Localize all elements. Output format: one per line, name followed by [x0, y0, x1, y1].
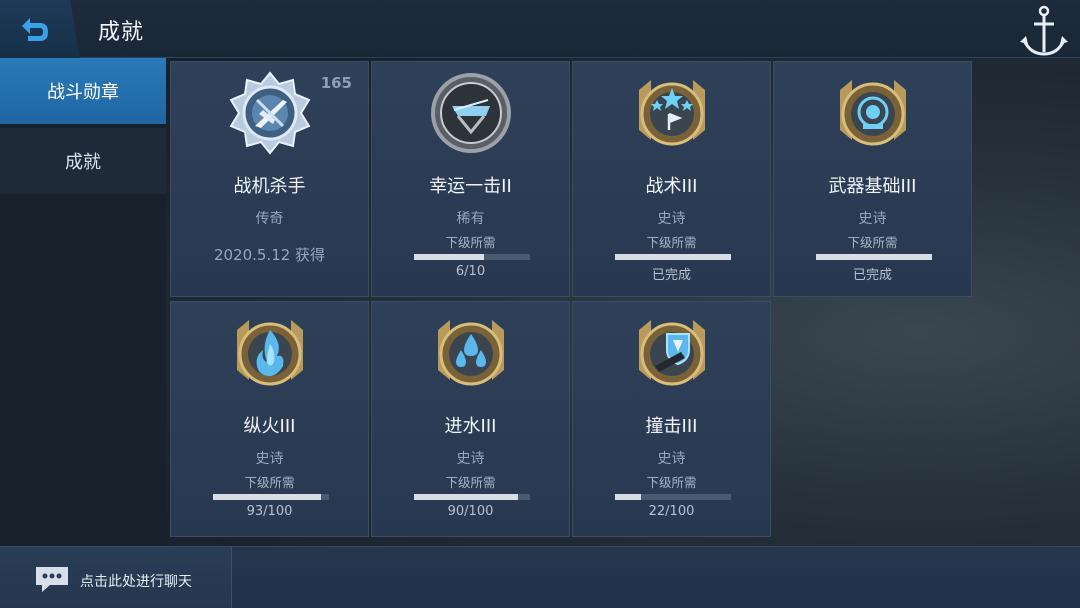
- sidebar: 战斗勋章 成就: [0, 58, 166, 546]
- chat-bubble-icon: [36, 567, 68, 592]
- progress-text: 90/100: [447, 504, 494, 519]
- top-bar: 成就: [0, 0, 1080, 58]
- progress-text: 已完成: [852, 268, 892, 283]
- flooding-badge-icon: [437, 320, 504, 386]
- next-level-requirement: 下级所需: [847, 235, 898, 250]
- lucky-strike-badge-icon: [430, 73, 511, 153]
- achievement-card[interactable]: 纵火III 史诗 下级所需 93/100: [170, 301, 369, 537]
- achievement-count: 165: [320, 74, 352, 92]
- next-level-requirement: 下级所需: [646, 475, 697, 490]
- achievement-card[interactable]: 撞击III 史诗 下级所需 22/100: [572, 301, 771, 537]
- next-level-requirement: 下级所需: [445, 475, 496, 490]
- achievement-name: 进水III: [444, 416, 497, 437]
- achievement-card[interactable]: 进水III 史诗 下级所需 90/100: [371, 301, 570, 537]
- tactics-badge-icon: [638, 80, 705, 146]
- progress-bar: [816, 254, 932, 260]
- anchor-icon[interactable]: [1016, 2, 1072, 60]
- tab-battle-medals[interactable]: 战斗勋章: [0, 58, 166, 124]
- achievement-card[interactable]: 165 战机杀手 传奇 2020.5.12 获得: [170, 61, 369, 297]
- page-title: 成就: [98, 20, 145, 45]
- achievement-name: 武器基础III: [828, 176, 917, 197]
- chat-input[interactable]: 点击此处进行聊天: [0, 547, 232, 608]
- tab-achievements[interactable]: 成就: [0, 128, 166, 194]
- progress-bar: [414, 494, 530, 500]
- achievement-rarity: 史诗: [456, 451, 485, 467]
- achievement-card[interactable]: 战术III 史诗 下级所需 已完成: [572, 61, 771, 297]
- next-level-requirement: 下级所需: [445, 235, 496, 250]
- achievement-card[interactable]: 幸运一击II 稀有 下级所需 6/10: [371, 61, 570, 297]
- achievement-name: 撞击III: [645, 416, 698, 437]
- achievement-grid: 165 战机杀手 传奇 2020.5.12 获得 幸运一击II 稀有 下级所需 …: [170, 61, 974, 541]
- progress-text: 已完成: [651, 268, 691, 283]
- progress-text: 6/10: [455, 264, 486, 279]
- achievement-rarity: 史诗: [657, 211, 686, 227]
- achievement-rarity: 稀有: [456, 211, 485, 227]
- next-level-requirement: 下级所需: [244, 475, 295, 490]
- chat-placeholder: 点击此处进行聊天: [80, 574, 192, 590]
- achievement-rarity: 史诗: [858, 211, 887, 227]
- progress-bar: [414, 254, 530, 260]
- progress-bar: [213, 494, 329, 500]
- achievement-name: 战机杀手: [233, 176, 306, 197]
- achievement-rarity: 传奇: [255, 211, 284, 227]
- bottom-bar: 点击此处进行聊天: [0, 546, 1080, 608]
- achievement-name: 纵火III: [243, 416, 296, 437]
- next-level-requirement: 下级所需: [646, 235, 697, 250]
- progress-text: 93/100: [246, 504, 293, 519]
- progress-bar: [615, 494, 731, 500]
- achievement-card[interactable]: 武器基础III 史诗 下级所需 已完成: [773, 61, 972, 297]
- plane-badge-icon: [229, 71, 310, 155]
- ram-badge-icon: [638, 320, 705, 386]
- back-arrow-icon: [22, 18, 48, 41]
- weapon-basics-badge-icon: [839, 80, 906, 146]
- achievement-name: 战术III: [645, 176, 698, 197]
- achievement-rarity: 史诗: [255, 451, 284, 467]
- progress-text: 22/100: [648, 504, 695, 519]
- achievement-date: 2020.5.12 获得: [213, 246, 326, 264]
- achievement-rarity: 史诗: [657, 451, 686, 467]
- back-button[interactable]: [0, 0, 80, 58]
- achievement-name: 幸运一击II: [429, 176, 512, 197]
- progress-bar: [615, 254, 731, 260]
- fire-badge-icon: [236, 320, 303, 386]
